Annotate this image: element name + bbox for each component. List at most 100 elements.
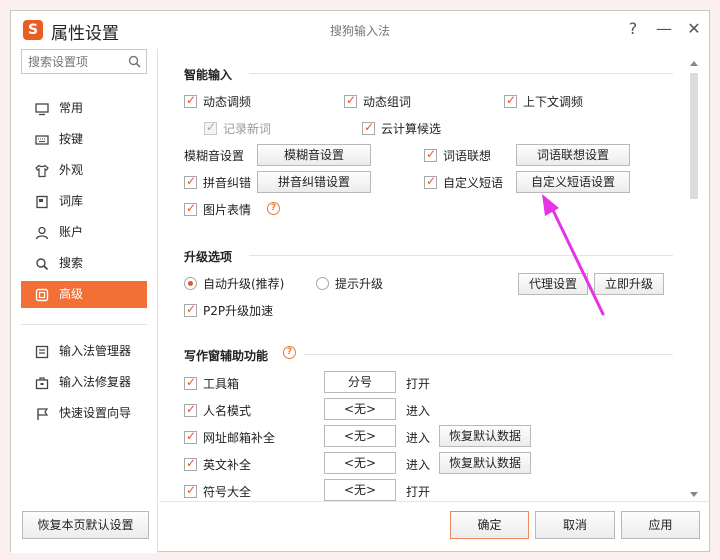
sidebar-tool-ime-manager[interactable]: 输入法管理器: [21, 338, 147, 365]
scrollbar-thumb[interactable]: [690, 73, 698, 199]
ok-button[interactable]: 确定: [450, 511, 529, 539]
checkbox-box[interactable]: [362, 120, 375, 135]
book-icon: [36, 195, 48, 209]
sidebar-item-label: 快速设置向导: [59, 406, 132, 420]
checkbox-symbol-collection[interactable]: 符号大全: [184, 483, 251, 500]
checkbox-label: 记录新词: [223, 122, 272, 136]
checkbox-custom-phrase[interactable]: 自定义短语: [424, 174, 503, 191]
section-divider: [249, 255, 673, 256]
checkbox-box[interactable]: [184, 456, 197, 471]
checkbox-box: [204, 120, 217, 135]
sidebar-item-appearance[interactable]: 外观: [21, 157, 147, 184]
checkbox-box[interactable]: [184, 93, 197, 108]
toolbox-icon: [35, 377, 49, 390]
checkbox-box[interactable]: [184, 483, 197, 498]
proxy-settings-button[interactable]: 代理设置: [518, 273, 588, 295]
checkbox-cloud-candidates[interactable]: 云计算候选: [362, 120, 441, 137]
upgrade-now-button[interactable]: 立即升级: [594, 273, 664, 295]
checkbox-box[interactable]: [424, 147, 437, 162]
sidebar-item-label: 按键: [59, 132, 84, 146]
section-divider: [249, 73, 673, 74]
section-divider: [304, 354, 673, 355]
checkbox-word-association[interactable]: 词语联想: [424, 147, 491, 164]
help-icon[interactable]: ?: [283, 346, 296, 359]
action-label: 进入: [406, 431, 431, 445]
cancel-button[interactable]: 取消: [535, 511, 615, 539]
section-title-writing-aids: 写作窗辅助功能: [184, 349, 269, 363]
restore-default-data-button[interactable]: 恢复默认数据: [439, 452, 531, 474]
checkbox-dynamic-grouping[interactable]: 动态组词: [344, 93, 411, 110]
pinyin-correction-settings-button[interactable]: 拼音纠错设置: [257, 171, 371, 193]
checkbox-box[interactable]: [184, 201, 197, 216]
checkbox-box[interactable]: [184, 402, 197, 417]
content-scrollbar[interactable]: [687, 57, 701, 501]
hotkey-field-symbols[interactable]: <无>: [324, 479, 396, 501]
action-label: 打开: [406, 377, 431, 391]
fuzzy-pinyin-settings-button[interactable]: 模糊音设置: [257, 144, 371, 166]
radio-dot[interactable]: [316, 277, 329, 290]
checkbox-box[interactable]: [344, 93, 357, 108]
checkbox-box[interactable]: [504, 93, 517, 108]
hotkey-field-toolbox[interactable]: 分号: [324, 371, 396, 393]
search-icon: [36, 258, 49, 271]
checkbox-label: 英文补全: [203, 458, 252, 472]
word-association-settings-button[interactable]: 词语联想设置: [516, 144, 630, 166]
checkbox-box[interactable]: [184, 429, 197, 444]
checkbox-pinyin-correction[interactable]: 拼音纠错: [184, 174, 251, 191]
hotkey-field-name-mode[interactable]: <无>: [324, 398, 396, 420]
hotkey-field-url-email[interactable]: <无>: [324, 425, 396, 447]
radio-label: 提示升级: [335, 277, 384, 291]
window-caption: 搜狗输入法: [329, 24, 390, 38]
sidebar-item-label: 常用: [59, 101, 84, 115]
restore-page-defaults-button[interactable]: 恢复本页默认设置: [22, 511, 149, 539]
user-icon: [35, 226, 49, 240]
checkbox-label: 网址邮箱补全: [203, 431, 276, 445]
checkbox-box[interactable]: [184, 375, 197, 390]
sidebar-item-common[interactable]: 常用: [21, 95, 147, 122]
close-button[interactable]: ✕: [683, 17, 705, 41]
sidebar-divider: [21, 324, 147, 325]
restore-default-data-button[interactable]: 恢复默认数据: [439, 425, 531, 447]
checkbox-label: 人名模式: [203, 404, 252, 418]
settings-content: 智能输入 动态调频 动态组词 上下文调频 记录新词 云计算候选 模糊音设置 模糊…: [159, 49, 687, 501]
radio-auto-upgrade[interactable]: 自动升级(推荐): [184, 275, 284, 292]
sidebar-tool-quick-setup[interactable]: 快速设置向导: [21, 400, 147, 427]
checkbox-toolbox[interactable]: 工具箱: [184, 375, 239, 392]
checkbox-p2p-acceleration[interactable]: P2P升级加速: [184, 302, 273, 319]
section-title-smart-input: 智能输入: [184, 68, 233, 82]
apply-button[interactable]: 应用: [621, 511, 700, 539]
custom-phrase-settings-button[interactable]: 自定义短语设置: [516, 171, 630, 193]
radio-dot[interactable]: [184, 277, 197, 290]
sidebar-tool-ime-repair[interactable]: 输入法修复器: [21, 369, 147, 396]
checkbox-url-email-completion[interactable]: 网址邮箱补全: [184, 429, 275, 446]
flag-icon: [37, 408, 49, 420]
magnifier-icon[interactable]: [128, 55, 141, 68]
help-button[interactable]: ?: [622, 17, 644, 41]
fuzzy-pinyin-label: 模糊音设置: [184, 149, 245, 163]
checkbox-context-frequency[interactable]: 上下文调频: [504, 93, 583, 110]
checkbox-box[interactable]: [424, 174, 437, 189]
sidebar-item-keys[interactable]: 按键: [21, 126, 147, 153]
checkbox-dynamic-frequency[interactable]: 动态调频: [184, 93, 251, 110]
checkbox-label: 符号大全: [203, 485, 252, 499]
checkbox-box[interactable]: [184, 302, 197, 317]
checkbox-english-completion[interactable]: 英文补全: [184, 456, 251, 473]
checkbox-box[interactable]: [184, 174, 197, 189]
checkbox-label: 图片表情: [203, 203, 252, 217]
search-input[interactable]: [22, 50, 122, 73]
sidebar-item-advanced[interactable]: 高级: [21, 281, 147, 308]
checkbox-picture-emoji[interactable]: 图片表情: [184, 201, 251, 218]
scroll-down-arrow-icon[interactable]: [690, 492, 698, 497]
minimize-button[interactable]: —: [653, 17, 675, 41]
radio-notify-upgrade[interactable]: 提示升级: [316, 275, 383, 292]
scroll-up-arrow-icon[interactable]: [690, 61, 698, 66]
keyboard-icon: [35, 135, 49, 145]
checkbox-name-mode[interactable]: 人名模式: [184, 402, 251, 419]
help-icon[interactable]: ?: [267, 202, 280, 215]
hotkey-field-english[interactable]: <无>: [324, 452, 396, 474]
sidebar-item-account[interactable]: 账户: [21, 219, 147, 246]
sidebar-item-dictionary[interactable]: 词库: [21, 188, 147, 215]
checkbox-label: 拼音纠错: [203, 176, 252, 190]
checkbox-label: 自定义短语: [443, 176, 504, 190]
sidebar-item-search[interactable]: 搜索: [21, 250, 147, 277]
